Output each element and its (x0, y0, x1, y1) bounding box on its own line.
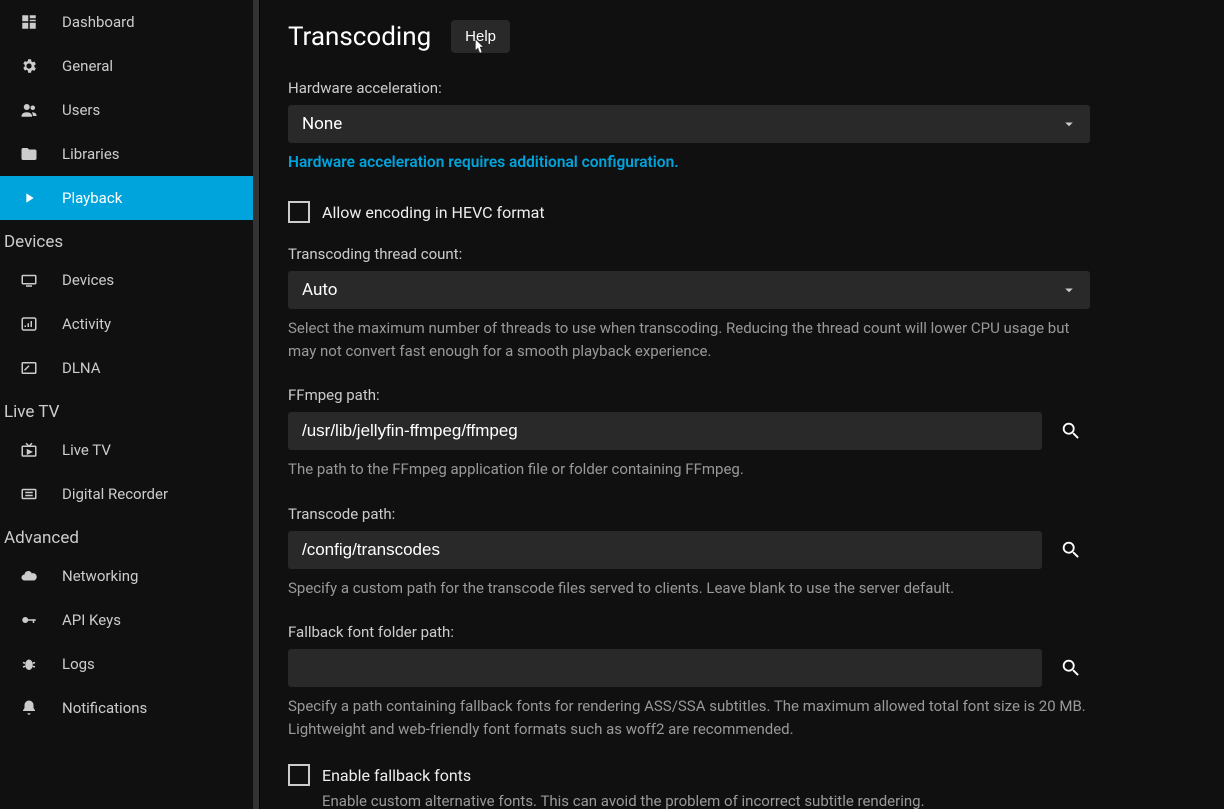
fallback-font-browse-button[interactable] (1052, 649, 1090, 687)
sidebar: Dashboard General Users Libraries Playba… (0, 0, 260, 809)
hevc-checkbox[interactable] (288, 201, 310, 223)
sidebar-item-label: Devices (62, 271, 114, 289)
play-icon (18, 190, 40, 206)
folder-icon (18, 145, 40, 163)
bug-icon (18, 655, 40, 673)
transcode-path-label: Transcode path: (288, 505, 1090, 523)
enable-fallback-row: Enable fallback fonts (288, 764, 1196, 786)
dlna-icon (18, 359, 40, 377)
sidebar-item-label: Dashboard (62, 13, 135, 31)
hardware-accel-link[interactable]: Hardware acceleration requires additiona… (288, 153, 1090, 171)
enable-fallback-label: Enable fallback fonts (322, 766, 471, 785)
sidebar-item-label: Playback (62, 189, 122, 207)
hardware-accel-select[interactable]: None (288, 105, 1090, 143)
thread-count-select[interactable]: Auto (288, 271, 1090, 309)
cloud-icon (18, 567, 40, 585)
sidebar-item-label: Digital Recorder (62, 485, 168, 503)
thread-count-help: Select the maximum number of threads to … (288, 317, 1090, 362)
sidebar-item-dashboard[interactable]: Dashboard (0, 0, 259, 44)
sidebar-item-label: API Keys (62, 611, 121, 629)
sidebar-item-label: Users (62, 101, 100, 119)
sidebar-item-users[interactable]: Users (0, 88, 259, 132)
transcode-path-help: Specify a custom path for the transcode … (288, 577, 1090, 600)
thread-count-label: Transcoding thread count: (288, 245, 1090, 263)
fallback-font-label: Fallback font folder path: (288, 623, 1090, 641)
sidebar-item-recorder[interactable]: Digital Recorder (0, 472, 259, 516)
sidebar-item-networking[interactable]: Networking (0, 554, 259, 598)
sidebar-item-label: DLNA (62, 359, 101, 377)
search-icon (1060, 539, 1082, 561)
sidebar-item-general[interactable]: General (0, 44, 259, 88)
sidebar-item-devices[interactable]: Devices (0, 258, 259, 302)
sidebar-item-label: Live TV (62, 441, 111, 459)
transcode-path-field: Transcode path: Specify a custom path fo… (288, 505, 1090, 600)
hardware-accel-field: Hardware acceleration: None Hardware acc… (288, 79, 1090, 171)
sidebar-item-libraries[interactable]: Libraries (0, 132, 259, 176)
sidebar-item-playback[interactable]: Playback (0, 176, 259, 220)
recorder-icon (18, 485, 40, 503)
ffmpeg-path-input[interactable] (288, 412, 1042, 450)
fallback-font-input[interactable] (288, 649, 1042, 687)
help-button-label: Help (465, 28, 496, 45)
thread-count-field: Transcoding thread count: Auto Select th… (288, 245, 1090, 362)
sidebar-item-dlna[interactable]: DLNA (0, 346, 259, 390)
page-header: Transcoding Help (288, 20, 1196, 53)
search-icon (1060, 657, 1082, 679)
sidebar-item-livetv[interactable]: Live TV (0, 428, 259, 472)
hevc-checkbox-label: Allow encoding in HEVC format (322, 203, 545, 222)
hardware-accel-label: Hardware acceleration: (288, 79, 1090, 97)
sidebar-item-apikeys[interactable]: API Keys (0, 598, 259, 642)
fallback-font-field: Fallback font folder path: Specify a pat… (288, 623, 1090, 740)
search-icon (1060, 420, 1082, 442)
hardware-accel-value: None (302, 114, 342, 134)
transcode-browse-button[interactable] (1052, 531, 1090, 569)
sidebar-item-label: Activity (62, 315, 111, 333)
livetv-icon (18, 441, 40, 459)
sidebar-item-notifications[interactable]: Notifications (0, 686, 259, 730)
sidebar-item-label: Networking (62, 567, 138, 585)
sidebar-item-label: Libraries (62, 145, 120, 163)
ffmpeg-browse-button[interactable] (1052, 412, 1090, 450)
transcode-path-input[interactable] (288, 531, 1042, 569)
help-button[interactable]: Help (451, 20, 510, 53)
page-title: Transcoding (288, 22, 431, 52)
scrollbar[interactable] (253, 0, 259, 809)
sidebar-header-livetv: Live TV (0, 390, 259, 428)
ffmpeg-path-field: FFmpeg path: The path to the FFmpeg appl… (288, 386, 1090, 481)
gear-icon (18, 57, 40, 75)
fallback-font-help: Specify a path containing fallback fonts… (288, 695, 1090, 740)
devices-icon (18, 271, 40, 289)
sidebar-header-devices: Devices (0, 220, 259, 258)
sidebar-item-label: General (62, 57, 113, 75)
sidebar-item-label: Logs (62, 655, 95, 673)
dashboard-icon (18, 13, 40, 31)
enable-fallback-checkbox[interactable] (288, 764, 310, 786)
thread-count-value: Auto (302, 280, 337, 300)
users-icon (18, 101, 40, 119)
hevc-checkbox-row: Allow encoding in HEVC format (288, 201, 1196, 223)
bell-icon (18, 699, 40, 717)
sidebar-item-logs[interactable]: Logs (0, 642, 259, 686)
sidebar-item-activity[interactable]: Activity (0, 302, 259, 346)
enable-fallback-help: Enable custom alternative fonts. This ca… (322, 792, 1196, 809)
content-area: Transcoding Help Hardware acceleration: … (260, 0, 1224, 809)
ffmpeg-path-label: FFmpeg path: (288, 386, 1090, 404)
key-icon (18, 611, 40, 629)
sidebar-item-label: Notifications (62, 699, 147, 717)
activity-icon (18, 315, 40, 333)
sidebar-header-advanced: Advanced (0, 516, 259, 554)
ffmpeg-path-help: The path to the FFmpeg application file … (288, 458, 1090, 481)
